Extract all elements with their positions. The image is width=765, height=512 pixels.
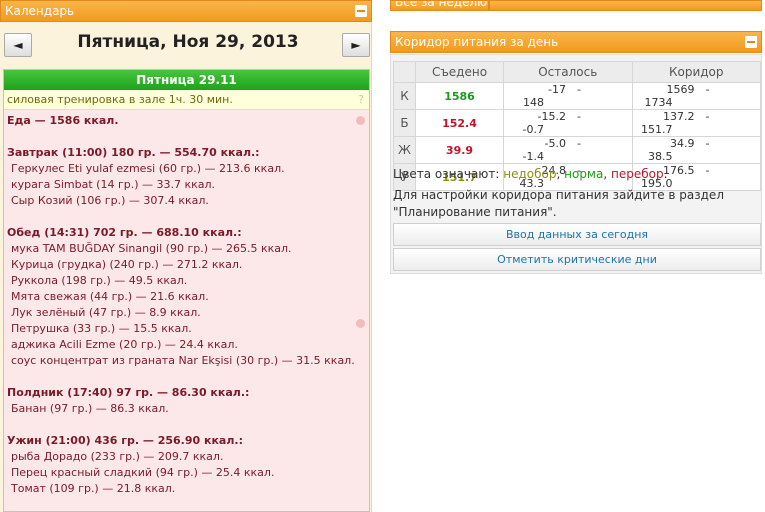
collapse-icon[interactable]: [745, 36, 757, 48]
day-header[interactable]: Пятница 29.11: [4, 70, 369, 90]
week-panel-header[interactable]: Все за неделю: [390, 0, 762, 11]
meal-item[interactable]: Руккола (198 гр.) — 49.5 ккал.: [7, 273, 369, 289]
calendar-panel-header: Календарь: [0, 0, 372, 22]
legend-over: перебор: [610, 167, 664, 181]
enter-today-button[interactable]: Ввод данных за сегодня: [393, 223, 761, 246]
food-total: Еда — 1586 ккал.: [7, 114, 119, 127]
meal-item[interactable]: Томат (109 гр.) — 21.8 ккал.: [7, 481, 369, 497]
meal-item[interactable]: Мята свежая (44 гр.) — 21.6 ккал.: [7, 289, 369, 305]
meal-title[interactable]: Полдник (17:40) 97 гр. — 86.30 ккал.:: [7, 385, 369, 401]
left-range: -5.0 --1.4: [503, 136, 633, 164]
meal-title[interactable]: Обед (14:31) 702 гр. — 688.10 ккал.:: [7, 225, 369, 241]
next-day-button[interactable]: ►: [342, 33, 370, 57]
meal-item[interactable]: Лук зелёный (47 гр.) — 8.9 ккал.: [7, 305, 369, 321]
meal-item[interactable]: Банан (97 гр.) — 86.3 ккал.: [7, 401, 369, 417]
meal-item[interactable]: курага Simbat (14 гр.) — 33.7 ккал.: [7, 177, 369, 193]
eaten-value: 152.4: [415, 109, 504, 137]
prev-day-button[interactable]: ◄: [4, 33, 32, 57]
meal-item[interactable]: Петрушка (33 гр.) — 15.5 ккал.: [7, 321, 369, 337]
meal-item[interactable]: Курица (грудка) (240 гр.) — 271.2 ккал.: [7, 257, 369, 273]
week-panel-title: Все за неделю: [395, 0, 488, 9]
row-label: К: [393, 82, 416, 110]
corridor-range: 1569 -1734: [631, 82, 761, 110]
eaten-value: 39.9: [415, 136, 504, 164]
corridor-panel: Съедено Осталось Коридор К 1586 -17 -148 …: [390, 54, 762, 274]
corridor-panel-header: Коридор питания за день: [390, 31, 762, 53]
left-range: -17 -148: [503, 82, 633, 110]
question-icon[interactable]: ?: [358, 90, 364, 109]
meal-item[interactable]: Перец красный сладкий (94 гр.) — 25.4 кк…: [7, 465, 369, 481]
col-left: Осталось: [503, 61, 633, 83]
meal-item[interactable]: мука TAM BUĞDAY Sinangil (90 гр.) — 265.…: [7, 241, 369, 257]
col-corridor: Коридор: [631, 61, 761, 83]
corridor-info: Для настройки коридора питания зайдите в…: [393, 188, 724, 219]
meal-title[interactable]: Ужин (21:00) 436 гр. — 256.90 ккал.:: [7, 433, 369, 449]
legend-norm: норма: [564, 167, 604, 181]
table-row: К 1586 -17 -148 1569 -1734: [393, 82, 761, 110]
meal-item[interactable]: Сыр Козий (106 гр.) — 307.4 ккал.: [7, 193, 369, 209]
meal-item[interactable]: Геркулес Eti yulaf ezmesi (60 гр.) — 213…: [7, 161, 369, 177]
workout-entry[interactable]: силовая тренировка в зале 1ч. 30 мин. ?: [4, 90, 369, 110]
legend-under: недобор: [503, 167, 557, 181]
meal-item[interactable]: рыба Дорадо (233 гр.) — 209.7 ккал.: [7, 449, 369, 465]
date-title: Пятница, Ноя 29, 2013: [77, 32, 299, 52]
corridor-range: 34.9 -38.5: [631, 136, 761, 164]
left-range: -15.2 --0.7: [503, 109, 633, 137]
meal-title[interactable]: Завтрак (11:00) 180 гр. — 554.70 ккал.:: [7, 145, 369, 161]
meal-item[interactable]: аджика Acili Ezme (20 гр.) — 24.4 ккал.: [7, 337, 369, 353]
corridor-range: 137.2 -151.7: [631, 109, 761, 137]
eaten-value: 1586: [415, 82, 504, 110]
collapse-icon[interactable]: [355, 5, 367, 17]
mark-critical-days-button[interactable]: Отметить критические дни: [393, 248, 761, 271]
meals-list: Еда — 1586 ккал. Завтрак (11:00) 180 гр.…: [4, 110, 369, 497]
scroll-dot-icon[interactable]: [356, 116, 365, 125]
workout-text: силовая тренировка в зале 1ч. 30 мин.: [7, 93, 233, 106]
table-row: Ж 39.9 -5.0 --1.4 34.9 -38.5: [393, 136, 761, 164]
meal-item[interactable]: соус концентрат из граната Nar Ekşisi (3…: [7, 353, 369, 369]
scroll-dot-icon[interactable]: [356, 319, 365, 328]
table-row: Б 152.4 -15.2 --0.7 137.2 -151.7: [393, 109, 761, 137]
col-eaten: Съедено: [415, 61, 504, 83]
day-entry: Пятница 29.11 силовая тренировка в зале …: [3, 69, 370, 512]
corridor-panel-title: Коридор питания за день: [395, 35, 559, 49]
calendar-panel: Календарь ◄ Пятница, Ноя 29, 2013 ► Пятн…: [0, 0, 372, 512]
color-legend: Цвета означают: недобор, норма, перебор.: [393, 167, 668, 181]
calendar-panel-title: Календарь: [5, 4, 75, 18]
row-label: Ж: [393, 136, 416, 164]
row-label: Б: [393, 109, 416, 137]
